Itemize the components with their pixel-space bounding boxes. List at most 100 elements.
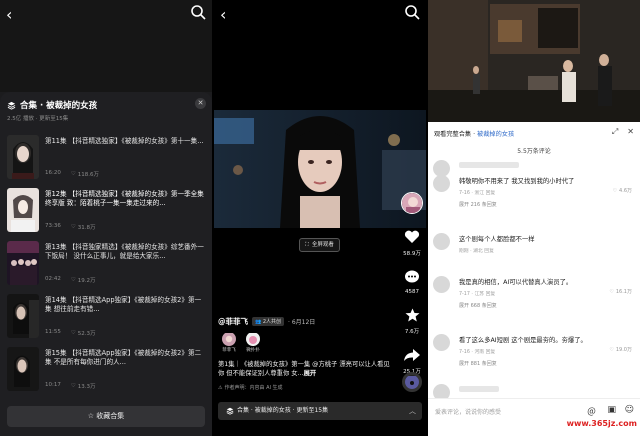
chevron-up-icon[interactable]: ︿	[409, 402, 416, 420]
comment-meta: 7-16 · 浙江 回复	[459, 191, 496, 196]
episode-thumbnail	[7, 347, 39, 391]
episode-thumbnail	[7, 241, 39, 285]
collection-panel: ‹ 合集 · 被裁掉的女孩 2.5亿 播放 · 更新至15集 ✕ 第11集 【抖…	[0, 0, 212, 436]
layers-icon	[7, 101, 16, 110]
back-icon[interactable]: ‹	[220, 5, 226, 24]
episode-duration: 16:20	[45, 170, 61, 176]
commenter-avatar[interactable]	[433, 233, 450, 250]
comment-meta: 刚刚 · 湖北 回复	[459, 249, 494, 254]
episode-item-15[interactable]: 第15集 【抖音精选App独家】《被裁掉的女孩2》第二集 不是所有每你进门的人.…	[7, 347, 207, 393]
music-disc-icon[interactable]	[402, 372, 422, 392]
favorite-collection-button[interactable]: ☆ 收藏合集	[7, 406, 205, 427]
episode-thumbnail	[7, 294, 39, 338]
coauthor-1[interactable]: 菲菲飞	[216, 332, 242, 353]
comment-input-bar: 爱表评论，说说你的感受 ＠ ▣ ☺	[428, 398, 640, 436]
author-avatar[interactable]	[401, 192, 423, 214]
search-icon[interactable]	[190, 4, 206, 20]
video-frame[interactable]	[214, 110, 426, 228]
expand-replies[interactable]: 展开 216 条回复	[459, 201, 497, 208]
heart-icon: ♡	[70, 224, 76, 230]
favorite-button[interactable]: 7.6万	[400, 307, 424, 335]
fullscreen-icon: ⛶	[305, 242, 309, 248]
search-icon[interactable]	[404, 4, 420, 20]
layers-icon	[226, 407, 234, 415]
episode-item-14[interactable]: 第14集 【抖音精选App独家】《被裁掉的女孩2》第一集 想往前走有错... 1…	[7, 294, 207, 340]
action-rail: 58.9万 4587 7.6万 25.1万	[400, 192, 424, 375]
comment-text: 看了这么多AI短剧 这个剧是最夯的。夯爆了。	[459, 337, 587, 344]
heart-icon: ♡	[609, 346, 614, 353]
commenter-avatar[interactable]	[433, 276, 450, 293]
commenter-avatar[interactable]	[433, 334, 450, 351]
at-icon[interactable]: ＠	[587, 405, 596, 418]
people-icon: 👥	[255, 319, 262, 325]
expand-replies[interactable]: 展开 668 条回复	[459, 302, 497, 309]
video-preview[interactable]	[428, 0, 640, 122]
episode-duration: 10:17	[45, 382, 61, 388]
comment-meta: 7-17 · 江苏 回复	[459, 292, 496, 297]
warning-icon: ⚠	[218, 384, 223, 391]
episode-views: 31.8万	[77, 225, 96, 231]
video-description: 第1集｜《被裁掉的女孩》第一集 @方桃子 漂亮可以让人看见你 但不能保证别人尊重…	[218, 361, 390, 377]
sheet-subtitle: 2.5亿 播放 · 更新至15集	[7, 116, 69, 122]
comment-icon	[405, 270, 419, 283]
watch-full-collection[interactable]: 观看完整合集 · 被裁掉的女孩	[434, 129, 514, 138]
coauthor-avatar	[222, 332, 236, 346]
comment-text: 我是真的相信，AI可以代替真人演员了。	[459, 279, 573, 286]
back-icon[interactable]: ‹	[6, 5, 12, 24]
comments-panel: 观看完整合集 · 被裁掉的女孩 ⤢ ✕ 5.5万条评论 韩敬明你不用来了 我又找…	[428, 0, 640, 436]
redacted-text	[459, 386, 499, 392]
episode-views: 52.3万	[77, 331, 96, 337]
comment-meta: 7-16 · 河南 回复	[459, 350, 496, 355]
collection-sheet: 合集 · 被裁掉的女孩 2.5亿 播放 · 更新至15集 ✕ 第11集 【抖音精…	[0, 92, 212, 436]
episode-views: 13.3万	[77, 384, 96, 390]
heart-icon: ♡	[70, 383, 76, 389]
star-icon	[405, 308, 419, 322]
post-date: · 6月12日	[288, 319, 316, 326]
episode-duration: 73:36	[45, 223, 61, 229]
like-count: 58.9万	[403, 251, 421, 257]
episode-item-12[interactable]: 第12集 【抖音精选独家】《被裁掉的女孩》第一季全集终享版 致：陌着桃子一集一集…	[7, 188, 207, 234]
coauthor-2[interactable]: 微扑扑	[240, 332, 266, 353]
redacted-text	[459, 162, 519, 168]
heart-icon: ♡	[70, 171, 76, 177]
expand-icon[interactable]: ⤢	[612, 127, 618, 137]
share-icon	[404, 349, 420, 361]
video-player-panel: ‹ ⛶ 全屏观看 58.9万 4587 7.6万 @菲菲飞 👥 2人共创 · 6…	[214, 0, 426, 436]
comment-count: 4587	[405, 289, 419, 295]
comment-button[interactable]: 4587	[400, 269, 424, 295]
heart-icon: ♡	[612, 187, 618, 194]
commenter-avatar[interactable]	[433, 175, 450, 192]
comment-like[interactable]: ♡ 19.0万	[609, 346, 632, 354]
heart-icon: ♡	[70, 330, 76, 336]
comment-count-label: 5.5万条评论	[517, 148, 551, 155]
share-button[interactable]: 25.1万	[400, 347, 424, 375]
collection-bar[interactable]: 合集 · 被裁掉的女孩 · 更新至15集 ︿	[218, 402, 422, 420]
expand-link[interactable]: 展开	[304, 370, 317, 377]
comment-input[interactable]: 爱表评论，说说你的感受	[435, 407, 501, 416]
star-icon: ☆	[87, 412, 95, 420]
episode-views: 19.2万	[77, 278, 96, 284]
comment-text: 韩敬明你不用来了 我又找到我的小时代了	[459, 178, 575, 185]
watermark: www.365jz.com	[566, 419, 637, 428]
author-name[interactable]: @菲菲飞	[218, 316, 248, 327]
heart-icon	[404, 230, 420, 243]
sheet-title: 合集 · 被裁掉的女孩	[7, 99, 97, 111]
fullscreen-button[interactable]: ⛶ 全屏观看	[299, 238, 340, 252]
episode-item-11[interactable]: 第11集 【抖音精选独家】《被裁掉的女孩》第十一集... 16:20 ♡ 118.…	[7, 135, 207, 181]
episode-thumbnail	[7, 135, 39, 179]
emoji-icon[interactable]: ☺	[625, 405, 634, 415]
comment-like[interactable]: ♡ 4.6万	[612, 187, 632, 195]
expand-replies[interactable]: 展开 881 条回复	[459, 360, 497, 367]
heart-icon: ♡	[70, 277, 76, 283]
coauthor-tag[interactable]: 👥 2人共创	[252, 317, 285, 326]
episode-duration: 11:55	[45, 329, 61, 335]
like-button[interactable]: 58.9万	[400, 229, 424, 257]
dimmed-video-area: ‹	[0, 0, 212, 92]
comment-like[interactable]: ♡ 16.1万	[609, 288, 632, 296]
favorite-count: 7.6万	[404, 329, 420, 335]
image-icon[interactable]: ▣	[607, 405, 616, 415]
close-icon[interactable]: ✕	[195, 98, 206, 109]
close-icon[interactable]: ✕	[627, 127, 634, 137]
heart-icon: ♡	[609, 288, 614, 295]
episode-item-13[interactable]: 第13集 【抖音独家精选】《被裁掉的女孩》综艺番外一下饭局！ 没什么正事儿，就是…	[7, 241, 207, 287]
